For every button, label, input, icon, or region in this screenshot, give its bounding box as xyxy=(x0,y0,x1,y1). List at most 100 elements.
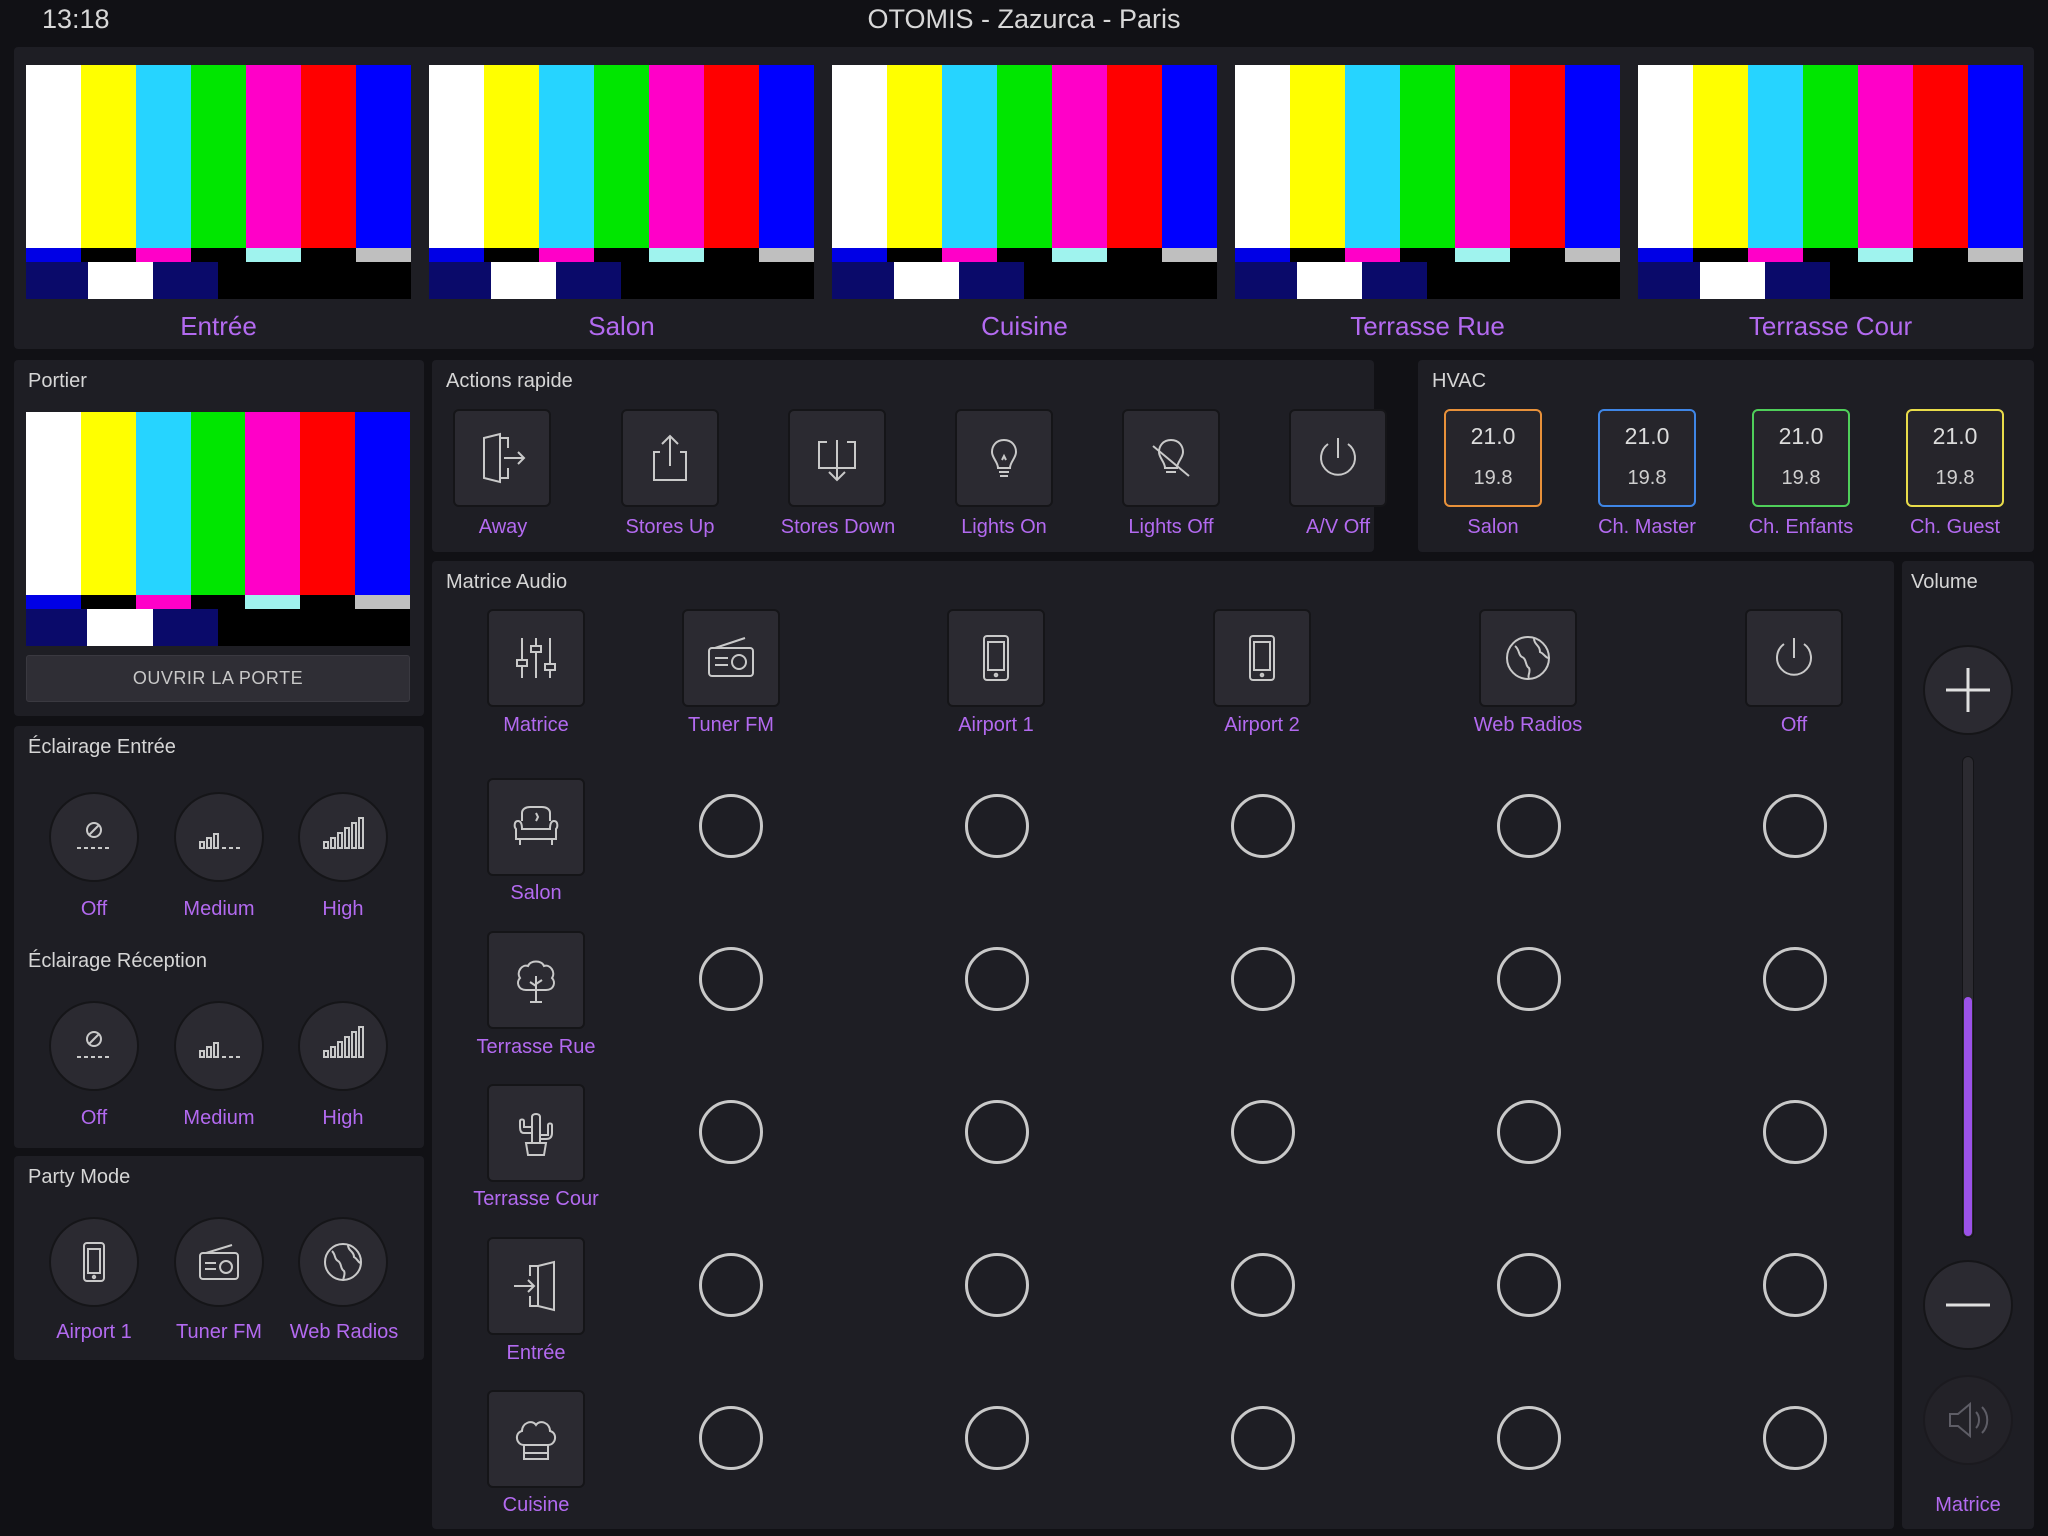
away-button[interactable] xyxy=(453,409,551,507)
light-reception-high-label: High xyxy=(322,1107,364,1129)
signal-medium-icon xyxy=(199,833,240,849)
party-webradios-button[interactable] xyxy=(298,1217,388,1307)
matrix-crosspoint-r2-c4[interactable] xyxy=(1497,947,1561,1011)
volume-down-button[interactable] xyxy=(1923,1260,2013,1350)
open-door-button[interactable]: OUVRIR LA PORTE xyxy=(26,655,410,702)
phone-icon xyxy=(1249,635,1275,681)
stores-up-button[interactable] xyxy=(621,409,719,507)
zone-terrasse-rue-label: Terrasse Rue xyxy=(476,1036,596,1058)
source-web-radios-label: Web Radios xyxy=(1473,714,1583,736)
matrix-crosspoint-r2-c1[interactable] xyxy=(699,947,763,1011)
light-reception-medium-button[interactable] xyxy=(174,1001,264,1091)
camera-feed-salon[interactable] xyxy=(429,65,814,299)
stores-down-button[interactable] xyxy=(788,409,886,507)
matrix-crosspoint-r4-c5[interactable] xyxy=(1763,1253,1827,1317)
zone-cuisine[interactable] xyxy=(487,1390,585,1488)
zone-salon[interactable] xyxy=(487,778,585,876)
light-entree-high-button[interactable] xyxy=(298,792,388,882)
source-airport-1[interactable] xyxy=(947,609,1045,707)
zone-salon-label: Salon xyxy=(510,882,562,904)
camera-feed-entree[interactable] xyxy=(26,65,411,299)
matrix-crosspoint-r5-c3[interactable] xyxy=(1231,1406,1295,1470)
globe-icon xyxy=(324,1243,362,1281)
hvac-setpoint: 21.0 xyxy=(1624,423,1670,449)
party-mode-title: Party Mode xyxy=(28,1166,131,1188)
phone-icon xyxy=(83,1242,105,1282)
volume-slider[interactable] xyxy=(1962,756,1974,1238)
stores-up-label: Stores Up xyxy=(625,516,715,538)
source-off[interactable] xyxy=(1745,609,1843,707)
matrix-crosspoint-r2-c2[interactable] xyxy=(965,947,1029,1011)
hvac-current-temp: 19.8 xyxy=(1473,467,1513,489)
matrix-crosspoint-r3-c4[interactable] xyxy=(1497,1100,1561,1164)
light-reception-high-button[interactable] xyxy=(298,1001,388,1091)
zone-terrasse-cour-label: Terrasse Cour xyxy=(473,1188,599,1210)
radio-icon xyxy=(708,637,754,677)
hvac-zone-ch-guest[interactable]: 21.0 19.8 xyxy=(1906,409,2004,507)
zone-entree-label: Entrée xyxy=(506,1342,566,1364)
matrix-crosspoint-r3-c5[interactable] xyxy=(1763,1100,1827,1164)
camera-feed-terrasse-rue[interactable] xyxy=(1235,65,1620,299)
hvac-zone-ch-master[interactable]: 21.0 19.8 xyxy=(1598,409,1696,507)
zone-terrasse-cour[interactable] xyxy=(487,1084,585,1182)
source-tuner-fm[interactable] xyxy=(682,609,780,707)
light-reception-off-button[interactable] xyxy=(49,1001,139,1091)
matrix-crosspoint-r2-c3[interactable] xyxy=(1231,947,1295,1011)
av-off-label: A/V Off xyxy=(1305,516,1371,538)
matrix-corner-button[interactable] xyxy=(487,609,585,707)
hvac-zone-label: Ch. Master xyxy=(1598,516,1696,538)
party-airport1-button[interactable] xyxy=(49,1217,139,1307)
volume-title: Volume xyxy=(1911,571,1978,593)
cactus-icon xyxy=(519,1113,553,1156)
matrix-crosspoint-r1-c2[interactable] xyxy=(965,794,1029,858)
lighting-reception-title: Éclairage Réception xyxy=(28,950,207,972)
hvac-current-temp: 19.8 xyxy=(1781,467,1821,489)
portier-camera-feed xyxy=(26,412,410,646)
matrix-crosspoint-r3-c1[interactable] xyxy=(699,1100,763,1164)
matrix-crosspoint-r1-c1[interactable] xyxy=(699,794,763,858)
volume-level-fill xyxy=(1964,997,1972,1236)
source-web-radios[interactable] xyxy=(1479,609,1577,707)
av-off-button[interactable] xyxy=(1289,409,1387,507)
matrix-crosspoint-r4-c4[interactable] xyxy=(1497,1253,1561,1317)
matrix-crosspoint-r4-c3[interactable] xyxy=(1231,1253,1295,1317)
zone-terrasse-rue[interactable] xyxy=(487,931,585,1029)
chef-hat-icon xyxy=(516,1421,556,1460)
volume-up-button[interactable] xyxy=(1923,645,2013,735)
light-entree-high-label: High xyxy=(322,898,364,920)
hvac-setpoint: 21.0 xyxy=(1932,423,1978,449)
camera-label-terrasse-cour: Terrasse Cour xyxy=(1748,311,1913,341)
matrix-crosspoint-r3-c2[interactable] xyxy=(965,1100,1029,1164)
tree-icon xyxy=(517,960,555,1003)
matrix-crosspoint-r5-c4[interactable] xyxy=(1497,1406,1561,1470)
source-airport-2[interactable] xyxy=(1213,609,1311,707)
matrix-crosspoint-r3-c3[interactable] xyxy=(1231,1100,1295,1164)
party-tuner-button[interactable] xyxy=(174,1217,264,1307)
matrix-crosspoint-r4-c2[interactable] xyxy=(965,1253,1029,1317)
zone-entree[interactable] xyxy=(487,1237,585,1335)
matrix-crosspoint-r1-c3[interactable] xyxy=(1231,794,1295,858)
light-entree-off-button[interactable] xyxy=(49,792,139,882)
lights-on-button[interactable] xyxy=(955,409,1053,507)
bulb-off-icon xyxy=(1152,438,1190,477)
matrix-crosspoint-r1-c5[interactable] xyxy=(1763,794,1827,858)
app-title: OTOMIS - Zazurca - Paris xyxy=(867,4,1181,34)
audio-matrix-title: Matrice Audio xyxy=(446,571,568,593)
matrix-crosspoint-r4-c1[interactable] xyxy=(699,1253,763,1317)
matrix-crosspoint-r5-c1[interactable] xyxy=(699,1406,763,1470)
matrix-corner-label: Matrice xyxy=(503,714,569,736)
matrix-crosspoint-r2-c5[interactable] xyxy=(1763,947,1827,1011)
mute-button[interactable] xyxy=(1923,1375,2013,1465)
quick-actions-title: Actions rapide xyxy=(446,370,573,392)
matrix-crosspoint-r5-c5[interactable] xyxy=(1763,1406,1827,1470)
lights-off-button[interactable] xyxy=(1122,409,1220,507)
power-icon xyxy=(1320,438,1356,476)
matrix-crosspoint-r1-c4[interactable] xyxy=(1497,794,1561,858)
light-entree-medium-button[interactable] xyxy=(174,792,264,882)
matrix-crosspoint-r5-c2[interactable] xyxy=(965,1406,1029,1470)
camera-feed-cuisine[interactable] xyxy=(832,65,1217,299)
hvac-zone-ch-enfants[interactable]: 21.0 19.8 xyxy=(1752,409,1850,507)
stores-down-label: Stores Down xyxy=(780,516,896,538)
camera-feed-terrasse-cour[interactable] xyxy=(1638,65,2023,299)
hvac-zone-salon[interactable]: 21.0 19.8 xyxy=(1444,409,1542,507)
